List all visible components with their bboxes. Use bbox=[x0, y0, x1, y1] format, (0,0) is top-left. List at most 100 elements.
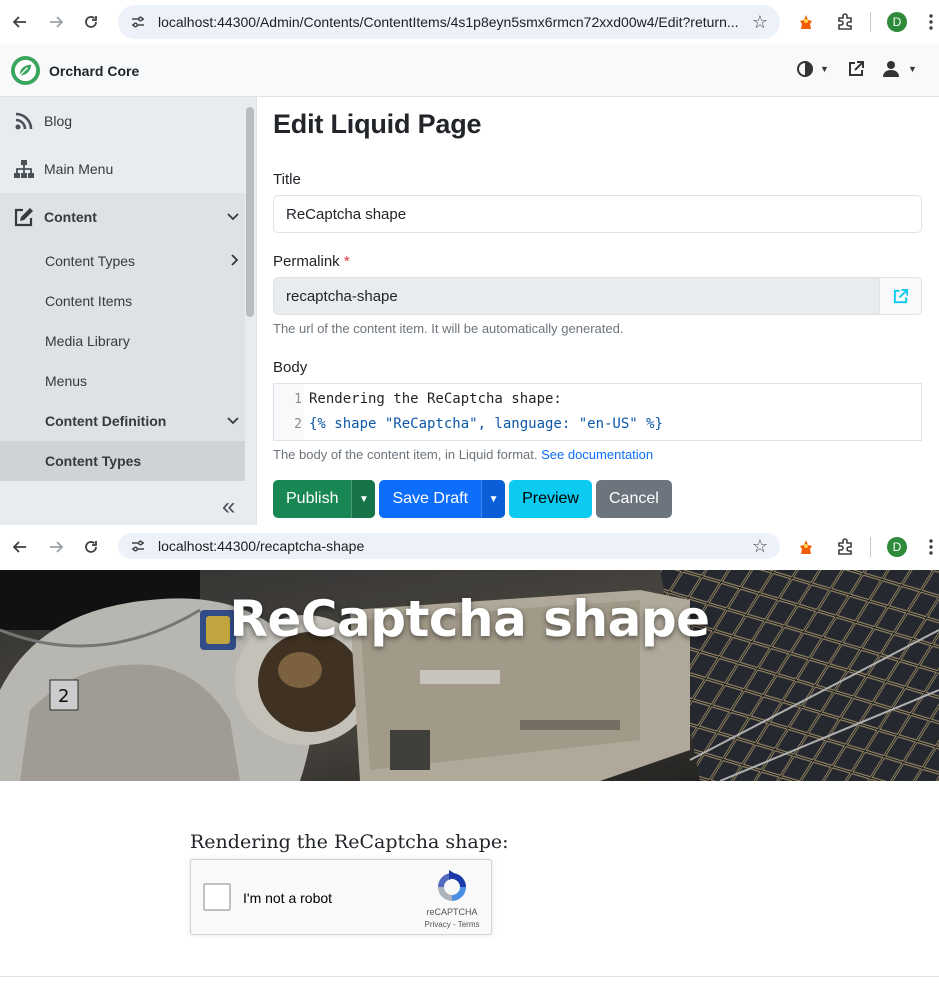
theme-toggle[interactable]: ▼ bbox=[796, 60, 829, 78]
body-code-editor[interactable]: 1 Rendering the ReCaptcha shape: 2 {% sh… bbox=[273, 383, 922, 441]
permalink-label: Permalink * bbox=[273, 253, 350, 270]
url-text: localhost:44300/recaptcha-shape bbox=[158, 538, 365, 554]
admin-navbar: Orchard Core ▼ ▼ bbox=[0, 44, 939, 97]
visit-site-link[interactable] bbox=[847, 60, 865, 78]
recaptcha-privacy-terms-link[interactable]: Privacy - Terms bbox=[413, 920, 491, 929]
title-input-value: ReCaptcha shape bbox=[286, 205, 407, 223]
toolbar-divider bbox=[870, 12, 871, 32]
browser-menu-icon[interactable] bbox=[920, 11, 939, 33]
chevron-down-icon bbox=[227, 414, 239, 428]
sidebar-item-media-library[interactable]: Media Library bbox=[0, 321, 245, 361]
code-line: 1 Rendering the ReCaptcha shape: bbox=[274, 387, 562, 411]
footer-divider bbox=[0, 976, 939, 977]
body-hint-text: The body of the content item, in Liquid … bbox=[273, 447, 538, 462]
code-line: 2 {% shape "ReCaptcha", language: "en-US… bbox=[274, 412, 663, 436]
extensions-puzzle-icon[interactable] bbox=[834, 536, 856, 558]
title-input[interactable]: ReCaptcha shape bbox=[273, 195, 922, 233]
hero-title: ReCaptcha shape bbox=[229, 590, 710, 648]
line-number: 2 bbox=[294, 416, 302, 432]
publish-dropdown-toggle[interactable]: ▼ bbox=[351, 480, 376, 518]
sidebar-item-label: Content Items bbox=[45, 293, 133, 309]
external-link-icon bbox=[849, 61, 864, 76]
recaptcha-brand: reCAPTCHA bbox=[426, 907, 478, 917]
sidebar-item-main-menu[interactable]: Main Menu bbox=[0, 145, 245, 193]
publish-button-group: Publish ▼ bbox=[273, 480, 376, 518]
sidebar-item-content[interactable]: Content bbox=[0, 193, 245, 241]
save-draft-dropdown-toggle[interactable]: ▼ bbox=[481, 480, 506, 518]
body-label: Body bbox=[273, 359, 308, 376]
site-info-icon[interactable] bbox=[130, 538, 146, 554]
title-label: Title bbox=[273, 171, 301, 188]
sidebar-item-content-definition[interactable]: Content Definition bbox=[0, 401, 245, 441]
sidebar-item-content-items[interactable]: Content Items bbox=[0, 281, 245, 321]
profile-avatar[interactable]: D bbox=[886, 11, 908, 33]
edit-icon bbox=[0, 206, 44, 228]
recaptcha-widget: I'm not a robot reCAPTCHA Privacy - Term… bbox=[190, 859, 492, 935]
preview-button[interactable]: Preview bbox=[509, 480, 592, 518]
sitemap-icon bbox=[0, 159, 44, 179]
edit-content-panel: Edit Liquid Page Title ReCaptcha shape P… bbox=[257, 97, 939, 529]
address-bar[interactable]: localhost:44300/Admin/Contents/ContentIt… bbox=[118, 5, 780, 39]
sidebar-item-blog[interactable]: Blog bbox=[0, 97, 245, 145]
bookmark-star-icon[interactable]: ☆ bbox=[752, 13, 768, 31]
sidebar-item-definition-content-types[interactable]: Content Types bbox=[0, 441, 245, 481]
extension-icon[interactable] bbox=[795, 11, 817, 33]
external-link-icon bbox=[893, 288, 909, 303]
back-icon[interactable] bbox=[9, 536, 31, 558]
address-bar[interactable]: localhost:44300/recaptcha-shape ☆ bbox=[118, 533, 780, 559]
hero-banner: 2 ReCaptcha shape bbox=[0, 570, 939, 781]
action-buttons: Publish ▼ Save Draft ▼ Preview Cancel bbox=[273, 480, 676, 518]
caret-down-icon: ▼ bbox=[820, 64, 829, 74]
bookmark-star-icon[interactable]: ☆ bbox=[752, 537, 768, 555]
sidebar-item-label: Blog bbox=[44, 113, 73, 129]
open-permalink-button[interactable] bbox=[880, 277, 922, 315]
reload-icon[interactable] bbox=[80, 536, 102, 558]
forward-icon[interactable] bbox=[45, 536, 67, 558]
profile-avatar[interactable]: D bbox=[886, 536, 908, 558]
code-line-text: {% shape "ReCaptcha", language: "en-US" … bbox=[309, 416, 664, 432]
see-documentation-link[interactable]: See documentation bbox=[541, 447, 653, 462]
rss-icon bbox=[0, 111, 44, 131]
forward-icon[interactable] bbox=[45, 11, 67, 33]
sidebar-item-label: Content Types bbox=[45, 253, 136, 269]
admin-sidebar: Blog Main Menu Content Content Types Con… bbox=[0, 97, 257, 529]
permalink-hint: The url of the content item. It will be … bbox=[273, 321, 624, 336]
browser-toolbar: localhost:44300/Admin/Contents/ContentIt… bbox=[0, 0, 939, 44]
contrast-icon bbox=[797, 61, 813, 77]
permalink-input[interactable]: recaptcha-shape bbox=[273, 277, 880, 315]
back-icon[interactable] bbox=[9, 11, 31, 33]
user-icon bbox=[883, 61, 899, 77]
publish-button[interactable]: Publish bbox=[273, 480, 351, 518]
site-info-icon[interactable] bbox=[130, 14, 146, 30]
brand-link[interactable]: Orchard Core bbox=[10, 55, 139, 86]
save-draft-button-group: Save Draft ▼ bbox=[379, 480, 506, 518]
orchard-logo-icon bbox=[10, 55, 41, 86]
code-line-text: Rendering the ReCaptcha shape: bbox=[309, 391, 562, 407]
save-draft-button[interactable]: Save Draft bbox=[379, 480, 481, 518]
browser-toolbar-2: localhost:44300/recaptcha-shape ☆ D bbox=[0, 525, 939, 569]
url-text: localhost:44300/Admin/Contents/ContentIt… bbox=[158, 14, 739, 30]
line-number: 1 bbox=[294, 391, 302, 407]
body-hint: The body of the content item, in Liquid … bbox=[273, 447, 653, 462]
sidebar-scrollbar[interactable] bbox=[246, 107, 254, 317]
reload-icon[interactable] bbox=[80, 11, 102, 33]
recaptcha-checkbox[interactable] bbox=[203, 883, 231, 911]
collapse-sidebar-icon[interactable]: « bbox=[222, 493, 235, 521]
extension-icon[interactable] bbox=[795, 536, 817, 558]
caret-down-icon: ▼ bbox=[908, 64, 917, 74]
permalink-label-text: Permalink bbox=[273, 253, 340, 270]
brand-name: Orchard Core bbox=[49, 62, 140, 79]
user-menu[interactable]: ▼ bbox=[882, 60, 917, 78]
permalink-input-value: recaptcha-shape bbox=[286, 287, 398, 305]
browser-menu-icon[interactable] bbox=[920, 536, 939, 558]
cancel-button[interactable]: Cancel bbox=[595, 480, 672, 518]
profile-initial: D bbox=[887, 12, 907, 32]
page-title: Edit Liquid Page bbox=[273, 109, 482, 139]
sidebar-item-menus[interactable]: Menus bbox=[0, 361, 245, 401]
chevron-right-icon bbox=[231, 253, 239, 269]
toolbar-divider bbox=[870, 537, 871, 557]
sidebar-item-content-types[interactable]: Content Types bbox=[0, 241, 245, 281]
extensions-puzzle-icon[interactable] bbox=[834, 11, 856, 33]
sidebar-item-label: Main Menu bbox=[44, 161, 114, 177]
sidebar-item-label: Content Definition bbox=[45, 413, 167, 429]
